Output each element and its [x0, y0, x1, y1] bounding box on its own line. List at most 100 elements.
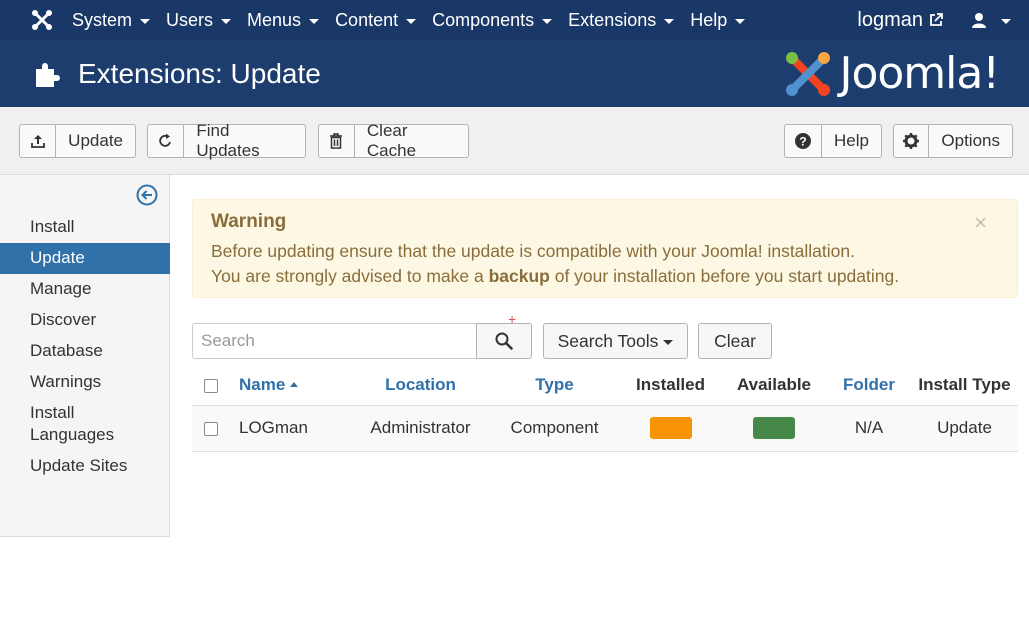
user-menu[interactable] [971, 12, 1011, 28]
chevron-down-icon [309, 18, 320, 24]
cell-installed [620, 405, 721, 452]
cell-install-type: Update [911, 405, 1018, 452]
chevron-down-icon [663, 339, 674, 345]
available-version-badge [753, 417, 795, 439]
cell-available [721, 405, 827, 452]
chevron-down-icon [221, 18, 232, 24]
site-link[interactable]: logman [857, 9, 943, 32]
clear-cache-button[interactable]: Clear Cache [318, 121, 469, 160]
sidebar-item-install-languages[interactable]: Install Languages [0, 398, 120, 451]
joomla-brand-text: Joomla! [839, 48, 1000, 99]
menu-help-label: Help [690, 9, 728, 30]
options-button-label: Options [941, 131, 1000, 150]
chevron-down-icon [735, 18, 746, 24]
column-name-label: Name [239, 375, 286, 395]
select-all-cell [192, 366, 230, 406]
collapse-sidebar-icon[interactable] [136, 184, 158, 206]
cell-folder: N/A [827, 405, 911, 452]
menu-components[interactable]: Components [424, 0, 560, 40]
menu-content[interactable]: Content [327, 0, 424, 40]
column-name[interactable]: Name [230, 366, 352, 406]
sidebar-item-warnings[interactable]: Warnings [0, 367, 170, 398]
close-icon[interactable]: × [974, 210, 987, 236]
column-install-type: Install Type [911, 366, 1018, 406]
chevron-down-icon [542, 18, 553, 24]
top-navbar: System Users Menus Content Components Ex… [0, 0, 1029, 40]
column-installed: Installed [620, 366, 721, 406]
menu-extensions-label: Extensions [568, 9, 657, 30]
svg-text:?: ? [799, 135, 806, 149]
gear-icon [894, 125, 930, 157]
user-icon [972, 13, 986, 28]
warning-alert: Warning Before updating ensure that the … [192, 199, 1018, 298]
menu-menus[interactable]: Menus [239, 0, 327, 40]
clear-button[interactable]: Clear [698, 323, 772, 359]
column-type[interactable]: Type [489, 366, 620, 406]
table-row: LOGman Administrator Component N/A Updat… [192, 405, 1018, 452]
warning-line-2-post: of your installation before you start up… [549, 266, 900, 286]
sidebar: Install Update Manage Discover Database … [0, 175, 170, 537]
upload-icon [20, 125, 57, 157]
warning-line-2: You are strongly advised to make a backu… [211, 266, 899, 287]
search-tools-button[interactable]: Search Tools [543, 323, 688, 359]
page-header: Extensions: Update Joomla! [0, 40, 1029, 107]
sidebar-item-update-sites[interactable]: Update Sites [0, 451, 170, 482]
warning-line-1: Before updating ensure that the update i… [211, 241, 855, 261]
column-location[interactable]: Location [352, 366, 489, 406]
joomla-logo-icon[interactable] [22, 0, 62, 40]
page-title: Extensions: Update [78, 57, 321, 89]
sidebar-item-manage[interactable]: Manage [0, 274, 170, 305]
row-select-cell [192, 405, 230, 452]
external-link-icon [930, 13, 943, 26]
table-header-row: Name Location Type Installed Available F… [192, 366, 1018, 406]
search-icon [495, 332, 513, 350]
sort-asc-icon [290, 382, 299, 388]
help-button[interactable]: ? Help [784, 124, 882, 158]
site-link-label: logman [857, 8, 923, 31]
update-button-label: Update [68, 131, 123, 150]
menu-system[interactable]: System [64, 0, 158, 40]
find-updates-button[interactable]: Find Updates [147, 121, 306, 160]
puzzle-piece-icon [36, 62, 60, 87]
menu-content-label: Content [335, 9, 399, 30]
chevron-down-icon [406, 18, 417, 24]
cell-name: LOGman [230, 405, 352, 452]
sidebar-item-discover[interactable]: Discover [0, 305, 170, 336]
sidebar-item-database[interactable]: Database [0, 336, 170, 367]
menu-users-label: Users [166, 9, 214, 30]
updates-table: Name Location Type Installed Available F… [192, 366, 1018, 452]
menu-users[interactable]: Users [158, 0, 239, 40]
help-button-label: Help [834, 131, 869, 150]
find-updates-label: Find Updates [196, 121, 260, 160]
column-folder[interactable]: Folder [827, 366, 911, 406]
select-all-checkbox[interactable] [204, 378, 218, 393]
menu-help[interactable]: Help [682, 0, 753, 40]
search-tools-label: Search Tools [557, 330, 659, 351]
warning-heading: Warning [211, 211, 287, 232]
sidebar-nav: Install Update Manage Discover Database … [0, 212, 170, 482]
chevron-down-icon [664, 18, 675, 24]
menu-extensions[interactable]: Extensions [560, 0, 682, 40]
menu-menus-label: Menus [247, 9, 302, 30]
sidebar-item-install[interactable]: Install [0, 212, 170, 243]
chevron-down-icon [1001, 18, 1011, 24]
cell-location: Administrator [352, 405, 489, 452]
options-button[interactable]: Options [893, 124, 1013, 158]
sidebar-item-update[interactable]: Update [0, 243, 170, 274]
warning-backup-emphasis: backup [488, 266, 550, 286]
row-checkbox[interactable] [204, 421, 218, 436]
search-input[interactable] [192, 323, 477, 359]
cell-type: Component [489, 405, 620, 452]
warning-line-2-pre: You are strongly advised to make a [211, 266, 489, 286]
installed-version-badge [649, 417, 692, 439]
question-icon: ? [785, 125, 823, 157]
trash-icon [319, 125, 355, 157]
toolbar: Update Find Updates Clear Cache ? Help O… [0, 107, 1029, 175]
joomla-brand: Joomla! [783, 48, 1000, 99]
joomla-brand-icon [786, 51, 831, 96]
refresh-icon [148, 125, 185, 157]
menu-system-label: System [72, 9, 133, 30]
plus-icon: + [508, 311, 517, 327]
update-button[interactable]: Update [19, 124, 136, 158]
search-button[interactable] [476, 323, 532, 359]
